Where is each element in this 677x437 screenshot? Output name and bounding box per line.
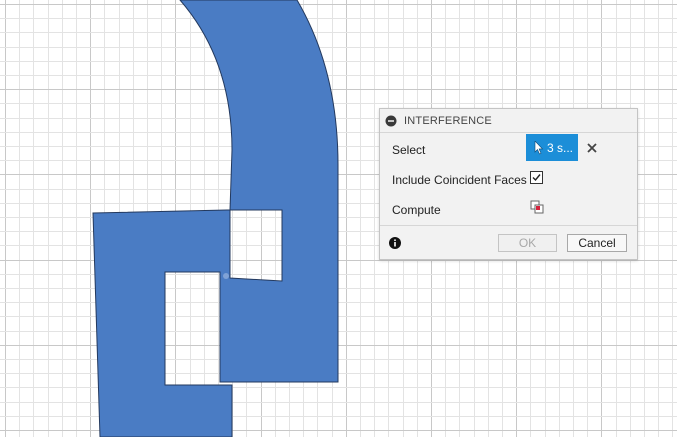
- panel-header: INTERFERENCE: [380, 109, 637, 133]
- body-vertex-point: [223, 273, 229, 279]
- minus-circle-icon[interactable]: [385, 115, 397, 127]
- select-bodies-button[interactable]: 3 s...: [526, 134, 578, 161]
- close-x-icon[interactable]: [587, 143, 597, 153]
- info-icon[interactable]: [389, 237, 401, 249]
- compute-interference-icon[interactable]: [530, 200, 545, 215]
- body-arc[interactable]: [92, 0, 339, 437]
- select-label: Select: [392, 143, 426, 157]
- cancel-button[interactable]: Cancel: [567, 234, 627, 252]
- panel-title: INTERFERENCE: [404, 115, 492, 127]
- select-count-text: 3 s...: [547, 141, 574, 155]
- ok-button[interactable]: OK: [498, 234, 557, 252]
- checkmark-icon: [532, 174, 541, 182]
- coincident-faces-label: Include Coincident Faces: [392, 173, 527, 187]
- panel-footer: OK Cancel: [380, 225, 637, 259]
- cursor-arrow-icon: [534, 141, 544, 155]
- coincident-faces-checkbox[interactable]: [530, 171, 543, 184]
- compute-label: Compute: [392, 203, 441, 217]
- interference-panel: INTERFERENCE Select 3 s... Include Coinc…: [379, 108, 638, 260]
